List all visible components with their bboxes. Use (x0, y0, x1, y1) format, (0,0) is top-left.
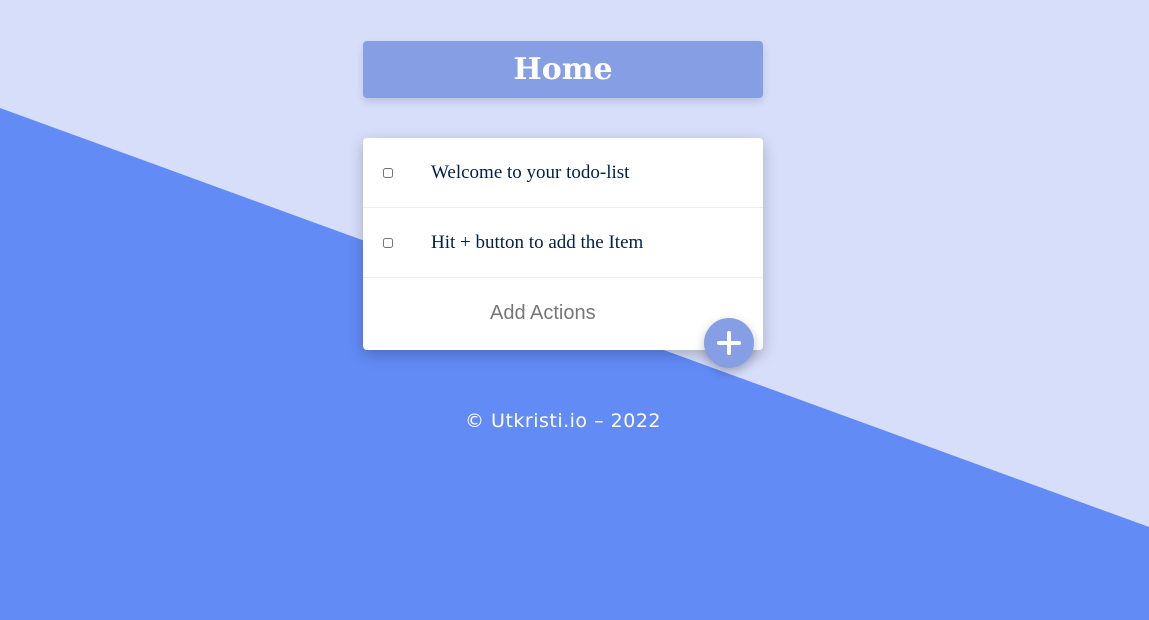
new-item-input[interactable] (488, 300, 672, 326)
todo-item-text: Hit + button to add the Item (431, 231, 644, 253)
add-item-form (363, 278, 763, 368)
add-item-button[interactable] (704, 318, 754, 368)
todo-item-checkbox[interactable] (383, 237, 393, 248)
todo-item: Welcome to your todo-list (363, 138, 763, 208)
footer-copyright: © Utkristi.io – 2022 (465, 410, 661, 432)
todo-item-checkbox[interactable] (383, 167, 393, 178)
page-title: Home (513, 52, 613, 87)
heading-box: Home (363, 41, 763, 98)
todo-item-text: Welcome to your todo-list (431, 161, 630, 183)
todo-card: Welcome to your todo-list Hit + button t… (363, 138, 763, 368)
plus-icon (717, 331, 741, 355)
todo-item: Hit + button to add the Item (363, 208, 763, 278)
